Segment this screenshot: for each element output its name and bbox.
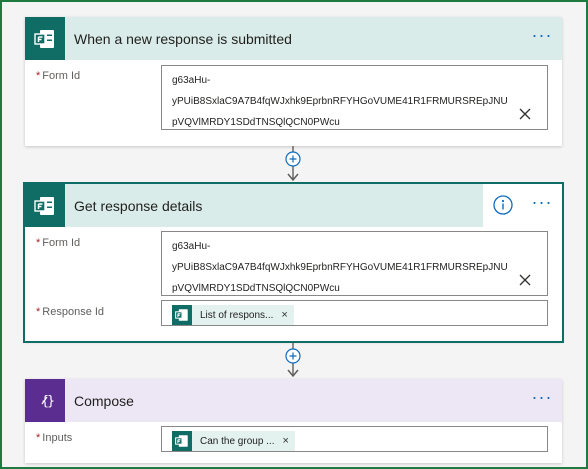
action-card-get-response-details[interactable]: Get response details ··· * Form Id g63aHu… <box>23 182 564 343</box>
form-id-input[interactable]: g63aHu- yPUiB8SxlaC9A7B4fqWJxhk9EprbnRFY… <box>161 65 548 130</box>
add-step-connector[interactable] <box>285 343 301 379</box>
field-label: * Response Id <box>36 306 105 318</box>
form-id-input[interactable]: g63aHu- yPUiB8SxlaC9A7B4fqWJxhk9EprbnRFY… <box>161 231 548 296</box>
microsoft-forms-icon <box>172 305 192 325</box>
info-icon[interactable] <box>491 193 515 217</box>
svg-text:}: } <box>47 394 55 409</box>
microsoft-forms-icon <box>172 431 192 451</box>
field-label: * Form Id <box>36 70 81 82</box>
more-options-icon[interactable]: ··· <box>530 26 554 47</box>
more-options-icon[interactable]: ··· <box>530 193 554 214</box>
action-card-compose[interactable]: { } Compose ··· * Inputs Can the group ..… <box>25 379 562 463</box>
microsoft-forms-icon <box>25 184 65 227</box>
card-header[interactable]: Get response details ··· <box>25 184 562 227</box>
more-options-icon[interactable]: ··· <box>530 388 554 409</box>
trigger-card-new-response[interactable]: When a new response is submitted ··· * Fo… <box>25 17 562 146</box>
dynamic-content-token[interactable]: Can the group ... × <box>172 431 295 451</box>
card-header[interactable]: When a new response is submitted ··· <box>25 17 562 60</box>
remove-token-icon[interactable]: × <box>281 309 293 321</box>
token-label: Can the group ... <box>200 435 275 447</box>
add-step-connector[interactable] <box>285 146 301 184</box>
token-label: List of respons... <box>200 309 274 321</box>
compose-icon: { } <box>25 379 65 422</box>
form-id-value: g63aHu- yPUiB8SxlaC9A7B4fqWJxhk9EprbnRFY… <box>172 241 508 294</box>
remove-token-icon[interactable]: × <box>283 435 295 447</box>
dynamic-content-token[interactable]: List of respons... × <box>172 305 294 325</box>
clear-icon[interactable] <box>519 274 531 286</box>
field-label: * Inputs <box>36 432 73 444</box>
microsoft-forms-icon <box>25 17 65 60</box>
card-header[interactable]: { } Compose ··· <box>25 379 562 422</box>
inputs-input[interactable]: Can the group ... × <box>161 426 548 452</box>
response-id-input[interactable]: List of respons... × <box>161 300 548 326</box>
form-id-value: g63aHu- yPUiB8SxlaC9A7B4fqWJxhk9EprbnRFY… <box>172 75 508 128</box>
card-title: When a new response is submitted <box>74 30 292 47</box>
clear-icon[interactable] <box>519 108 531 120</box>
field-label: * Form Id <box>36 237 81 249</box>
card-title: Compose <box>74 392 134 409</box>
